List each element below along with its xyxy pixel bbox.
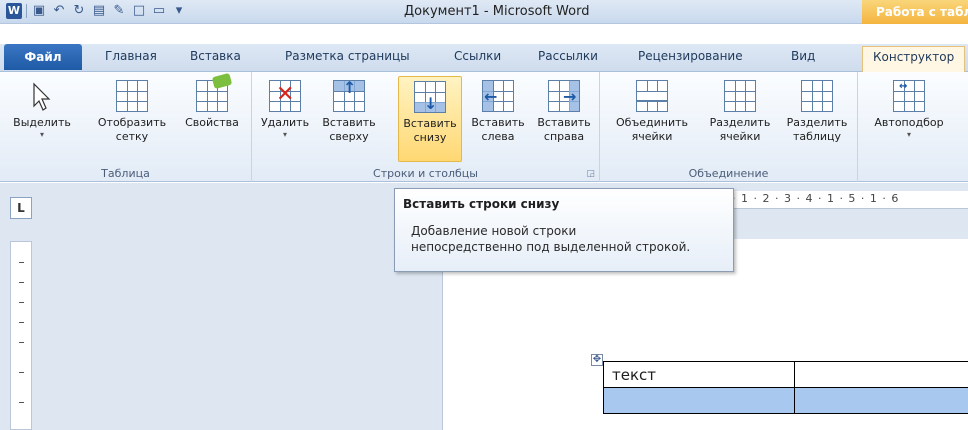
properties-label: Свойства bbox=[185, 116, 239, 129]
open-folder-icon[interactable]: ▭ bbox=[151, 3, 167, 19]
insert-left-label-2: слева bbox=[481, 130, 515, 143]
tab-design[interactable]: Конструктор bbox=[862, 46, 966, 72]
tab-home[interactable]: Главная bbox=[105, 49, 157, 63]
table-cell[interactable] bbox=[793, 387, 968, 414]
select-label: Выделить bbox=[13, 116, 71, 129]
tab-view[interactable]: Вид bbox=[791, 49, 815, 63]
table-cell[interactable] bbox=[603, 387, 795, 414]
tab-review[interactable]: Рецензирование bbox=[638, 49, 743, 63]
window-title: Документ1 - Microsoft Word bbox=[404, 4, 590, 19]
split-table-label-1: Разделить bbox=[786, 116, 848, 129]
tab-insert[interactable]: Вставка bbox=[190, 49, 241, 63]
table-cell[interactable]: текст bbox=[603, 361, 795, 388]
insert-above-label-2: сверху bbox=[329, 130, 369, 143]
autofit-icon: ↔ bbox=[893, 80, 925, 112]
tooltip-body-line-2: непосредственно под выделенной строкой. bbox=[411, 240, 691, 254]
delete-button[interactable]: ✕ Удалить ▾ bbox=[256, 76, 314, 140]
view-gridlines-button[interactable]: Отобразить сетку bbox=[88, 76, 176, 144]
dialog-launcher-icon[interactable]: ◲ bbox=[586, 169, 595, 179]
group-cell-size: ↔ Автоподбор ▾ bbox=[858, 72, 968, 182]
dropdown-arrow-icon: ▾ bbox=[39, 130, 44, 139]
table-row-selected bbox=[603, 387, 968, 414]
insert-right-label-2: справа bbox=[543, 130, 585, 143]
tab-file[interactable]: Файл bbox=[4, 44, 82, 70]
vertical-ruler[interactable] bbox=[10, 241, 32, 430]
split-cells-label-2: ячейки bbox=[719, 130, 761, 143]
table-properties-icon bbox=[196, 72, 233, 112]
split-table-button[interactable]: Разделить таблицу bbox=[780, 76, 854, 144]
autofit-button[interactable]: ↔ Автоподбор ▾ bbox=[864, 76, 954, 140]
group-table-label: Таблица bbox=[101, 167, 150, 180]
dropdown-arrow-icon: ▾ bbox=[282, 130, 287, 139]
delete-label: Удалить bbox=[260, 116, 310, 129]
merge-cells-label-1: Объединить bbox=[616, 116, 688, 129]
qat-separator bbox=[26, 4, 27, 18]
group-merge-label: Объединение bbox=[688, 167, 769, 180]
group-rows-columns: ✕ Удалить ▾ ↑ Вставить сверху ↓ Вставить… bbox=[252, 72, 600, 182]
insert-above-label-1: Вставить bbox=[322, 116, 376, 129]
tooltip-body-line-1: Добавление новой строки bbox=[411, 224, 577, 238]
insert-below-button[interactable]: ↓ Вставить снизу bbox=[398, 76, 462, 162]
format-painter-icon[interactable]: ✎ bbox=[111, 3, 127, 19]
dropdown-arrow-icon: ▾ bbox=[906, 130, 911, 139]
insert-below-icon: ↓ bbox=[414, 81, 446, 113]
insert-right-label-1: Вставить bbox=[537, 116, 591, 129]
insert-below-label-2: снизу bbox=[413, 131, 447, 144]
group-rows-columns-label: Строки и столбцы bbox=[373, 167, 478, 180]
insert-left-icon: ← bbox=[482, 80, 514, 112]
group-merge: Объединить ячейки Разделить ячейки Разде… bbox=[600, 72, 858, 182]
insert-below-label-1: Вставить bbox=[403, 117, 457, 130]
gridlines-icon bbox=[116, 80, 148, 112]
insert-left-button[interactable]: ← Вставить слева bbox=[466, 76, 530, 144]
ruler-numbers: · 1 · 2 · 3 · 4 · 1 · 5 · 1 · 6 bbox=[732, 192, 900, 205]
table-cell[interactable] bbox=[793, 361, 968, 388]
word-logo-icon: W bbox=[6, 3, 22, 19]
insert-below-tooltip: Вставить строки снизу Добавление новой с… bbox=[394, 188, 734, 272]
group-table: Выделить ▾ Отобразить сетку Свойства Таб… bbox=[0, 72, 252, 182]
insert-above-button[interactable]: ↑ Вставить сверху bbox=[316, 76, 382, 144]
insert-left-label-1: Вставить bbox=[471, 116, 525, 129]
insert-above-icon: ↑ bbox=[333, 80, 365, 112]
insert-right-button[interactable]: → Вставить справа bbox=[532, 76, 596, 144]
undo-icon[interactable]: ↶ bbox=[51, 3, 67, 19]
view-gridlines-label-2: сетку bbox=[115, 130, 149, 143]
insert-right-icon: → bbox=[548, 80, 580, 112]
tab-page-layout[interactable]: Разметка страницы bbox=[285, 49, 410, 63]
merge-cells-button[interactable]: Объединить ячейки bbox=[606, 76, 698, 144]
quick-access-toolbar: W ▣ ↶ ↻ ▤ ✎ □ ▭ ▾ bbox=[6, 3, 187, 19]
tab-selector-button[interactable]: L bbox=[10, 197, 32, 219]
properties-button[interactable]: Свойства bbox=[178, 72, 246, 130]
paste-icon[interactable]: ▤ bbox=[91, 3, 107, 19]
merge-cells-icon bbox=[636, 80, 668, 112]
select-button[interactable]: Выделить ▾ bbox=[2, 76, 82, 140]
tooltip-title: Вставить строки снизу bbox=[403, 197, 560, 211]
cursor-icon bbox=[26, 80, 58, 112]
autofit-label: Автоподбор bbox=[874, 116, 944, 129]
split-cells-icon bbox=[724, 80, 756, 112]
ribbon-tabs: Файл Главная Вставка Разметка страницы С… bbox=[0, 44, 968, 72]
tab-references[interactable]: Ссылки bbox=[454, 49, 501, 63]
new-document-icon[interactable]: □ bbox=[131, 3, 147, 19]
split-table-icon bbox=[801, 80, 833, 112]
title-bar: W ▣ ↶ ↻ ▤ ✎ □ ▭ ▾ Документ1 - Microsoft … bbox=[0, 0, 968, 24]
table-row: текст bbox=[603, 361, 968, 388]
contextual-group-table-tools: Работа с табл bbox=[862, 0, 968, 24]
customize-qat-icon[interactable]: ▾ bbox=[171, 3, 187, 19]
split-table-label-2: таблицу bbox=[792, 130, 842, 143]
delete-table-icon: ✕ bbox=[269, 80, 301, 112]
merge-cells-label-2: ячейки bbox=[631, 130, 673, 143]
split-cells-button[interactable]: Разделить ячейки bbox=[702, 76, 778, 144]
save-icon[interactable]: ▣ bbox=[31, 3, 47, 19]
redo-icon[interactable]: ↻ bbox=[71, 3, 87, 19]
view-gridlines-label-1: Отобразить bbox=[97, 116, 167, 129]
document-table[interactable]: текст bbox=[603, 361, 968, 414]
split-cells-label-1: Разделить bbox=[709, 116, 771, 129]
tab-mailings[interactable]: Рассылки bbox=[538, 49, 598, 63]
ribbon: Выделить ▾ Отобразить сетку Свойства Таб… bbox=[0, 72, 968, 182]
table-move-handle-icon[interactable]: ✥ bbox=[591, 354, 603, 366]
